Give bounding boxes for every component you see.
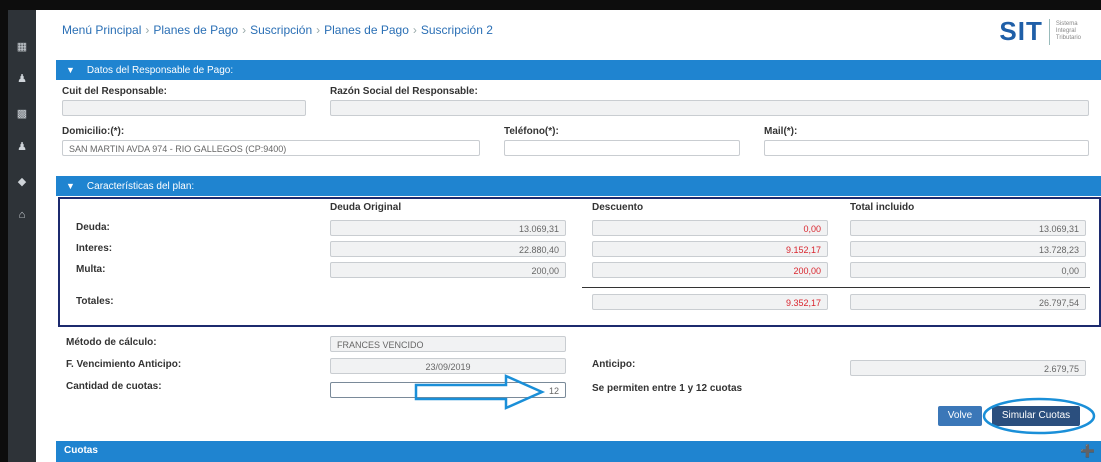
person-icon[interactable]: ♟: [15, 140, 29, 154]
deuda-descuento-field: 0,00: [592, 220, 828, 236]
cuotas-hint: Se permiten entre 1 y 12 cuotas: [592, 383, 743, 394]
breadcrumb-item[interactable]: Menú Principal: [62, 23, 141, 37]
cuit-field[interactable]: [62, 100, 306, 116]
anticipo-field: 2.679,75: [850, 360, 1086, 376]
row-label-deuda: Deuda:: [76, 222, 110, 233]
cuotas-panel-title: Cuotas: [64, 445, 98, 456]
anticipo-label: Anticipo:: [592, 359, 636, 370]
responsable-panel-title: Datos del Responsable de Pago:: [86, 65, 234, 76]
row-label-totales: Totales:: [76, 296, 114, 307]
totales-total-field: 26.797,54: [850, 294, 1086, 310]
interes-original-field: 22.880,40: [330, 241, 566, 257]
sit-logo: SIT Sistema Integral Tributario: [999, 16, 1081, 47]
multa-original-field: 200,00: [330, 262, 566, 278]
logo-subtitle-line: Tributario: [1055, 35, 1081, 41]
breadcrumb-item[interactable]: Planes de Pago: [153, 23, 238, 37]
telefono-field[interactable]: [504, 140, 740, 156]
row-label-multa: Multa:: [76, 264, 106, 275]
column-header-total: Total incluido: [850, 202, 915, 213]
vencimiento-field[interactable]: 23/09/2019: [330, 358, 566, 374]
interes-descuento-field: 9.152,17: [592, 241, 828, 257]
annotation-arrow-icon: [414, 374, 546, 410]
breadcrumb-separator: ›: [412, 23, 417, 37]
multa-total-field: 0,00: [850, 262, 1086, 278]
calculator-icon[interactable]: ▩: [15, 107, 29, 121]
cuit-label: Cuit del Responsable:: [62, 86, 168, 97]
logo-subtitle-line: Sistema: [1055, 21, 1078, 27]
cuotas-label: Cantidad de cuotas:: [66, 381, 162, 392]
breadcrumb-separator: ›: [316, 23, 321, 37]
metodo-field: FRANCES VENCIDO: [330, 336, 566, 352]
column-header-descuento: Descuento: [592, 202, 644, 213]
grid-icon[interactable]: ▦: [15, 40, 29, 54]
main-content: Menú Principal › Planes de Pago › Suscripció…: [36, 10, 1101, 462]
home-icon[interactable]: ⌂: [15, 208, 29, 222]
filter-icon: ▼: [66, 181, 75, 191]
volver-button[interactable]: Volve: [938, 406, 982, 426]
deuda-original-field: 13.069,31: [330, 220, 566, 236]
breadcrumb-item: Suscripción 2: [420, 23, 493, 37]
breadcrumb-item[interactable]: Planes de Pago: [324, 23, 409, 37]
logo-subtitle-line: Integral: [1055, 28, 1076, 34]
logo-text: SIT: [999, 16, 1043, 46]
mail-label: Mail(*):: [764, 126, 798, 137]
plan-panel-header[interactable]: ▼ Características del plan:: [56, 176, 1101, 196]
razon-social-field[interactable]: [330, 100, 1089, 116]
breadcrumb-separator: ›: [145, 23, 150, 37]
metodo-label: Método de cálculo:: [66, 337, 157, 348]
row-label-interes: Interes:: [76, 243, 113, 254]
telefono-label: Teléfono(*):: [504, 126, 559, 137]
breadcrumb: Menú Principal › Planes de Pago › Suscripció…: [62, 23, 493, 37]
user-icon[interactable]: ♟: [15, 72, 29, 86]
totals-divider: [582, 287, 1090, 288]
responsable-panel-header[interactable]: ▼ Datos del Responsable de Pago:: [56, 60, 1101, 80]
deuda-total-field: 13.069,31: [850, 220, 1086, 236]
column-header-original: Deuda Original: [330, 202, 402, 213]
window-frame-top: [0, 0, 1101, 10]
badge-icon[interactable]: ◆: [15, 175, 29, 189]
annotation-ellipse: [982, 397, 1096, 435]
interes-total-field: 13.728,23: [850, 241, 1086, 257]
mail-field[interactable]: [764, 140, 1089, 156]
multa-descuento-field: 200,00: [592, 262, 828, 278]
sidebar: ▦ ♟ ▩ ♟ ◆ ⌂: [8, 10, 36, 462]
logo-subtitle: Sistema Integral Tributario: [1056, 21, 1081, 42]
expand-icon[interactable]: ➕: [1080, 441, 1095, 461]
window-frame-left: [0, 0, 8, 462]
breadcrumb-item[interactable]: Suscripción: [250, 23, 312, 37]
totales-descuento-field: 9.352,17: [592, 294, 828, 310]
filter-icon: ▼: [66, 65, 75, 75]
vencimiento-label: F. Vencimiento Anticipo:: [66, 359, 182, 370]
domicilio-label: Domicilio:(*):: [62, 126, 125, 137]
plan-panel-title: Características del plan:: [86, 181, 195, 192]
domicilio-field[interactable]: SAN MARTIN AVDA 974 - RIO GALLEGOS (CP:9…: [62, 140, 480, 156]
razon-social-label: Razón Social del Responsable:: [330, 86, 478, 97]
logo-divider: [1048, 18, 1050, 45]
breadcrumb-separator: ›: [242, 23, 247, 37]
cuotas-panel-header[interactable]: Cuotas ➕: [56, 441, 1101, 462]
